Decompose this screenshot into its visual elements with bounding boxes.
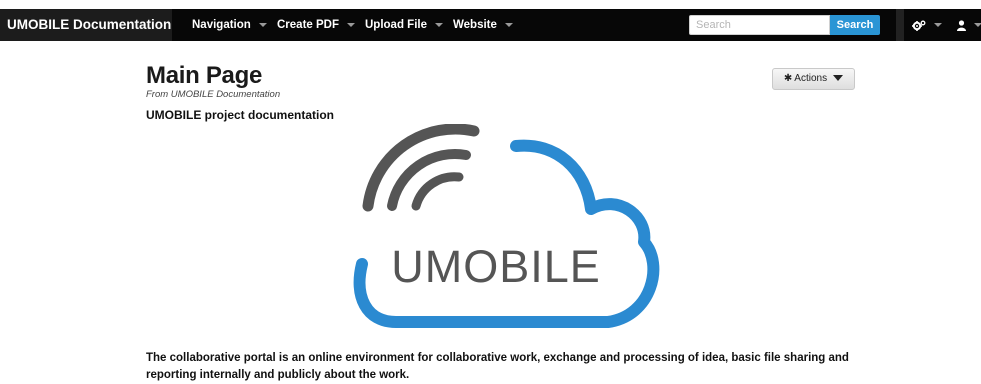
nav-menu-upload-file[interactable]: Upload File [365, 9, 443, 41]
brand-link[interactable]: UMOBILE Documentation [0, 9, 172, 41]
page-source-note: From UMOBILE Documentation [146, 89, 281, 100]
chevron-down-icon [504, 22, 513, 27]
chevron-down-icon [934, 23, 942, 28]
logo-text: UMOBILE [391, 241, 601, 292]
chevron-down-icon [434, 22, 443, 27]
tools-menu-button[interactable] [912, 9, 942, 41]
nav-menu-website[interactable]: Website [453, 9, 513, 41]
nav-divider [896, 9, 904, 41]
search-button[interactable]: Search [830, 15, 880, 35]
top-navbar: UMOBILE Documentation Navigation Create … [0, 9, 981, 41]
chevron-down-icon [833, 75, 844, 82]
nav-menu-navigation[interactable]: Navigation [192, 9, 267, 41]
search-input[interactable] [689, 15, 830, 35]
gear-icon: ✱ [783, 73, 793, 84]
page-description: The collaborative portal is an online en… [146, 352, 849, 381]
nav-menu-create-pdf[interactable]: Create PDF [277, 9, 355, 41]
page-subtitle: UMOBILE project documentation [146, 108, 335, 122]
nav-menu-label: Upload File [365, 19, 427, 31]
cogs-icon [912, 20, 926, 31]
nav-menu-label: Create PDF [277, 19, 339, 31]
actions-label: Actions [794, 73, 828, 84]
actions-button[interactable]: ✱ Actions [772, 68, 855, 90]
wifi-waves-icon [362, 124, 480, 212]
chevron-down-icon [347, 22, 355, 27]
nav-menu-label: Website [453, 19, 497, 31]
user-icon [957, 19, 966, 31]
user-menu-button[interactable] [957, 9, 981, 41]
chevron-down-icon [258, 22, 267, 27]
chevron-down-icon [974, 23, 981, 28]
umobile-logo: UMOBILE [353, 124, 660, 328]
nav-menu-label: Navigation [192, 19, 251, 31]
page-title: Main Page [146, 62, 262, 89]
